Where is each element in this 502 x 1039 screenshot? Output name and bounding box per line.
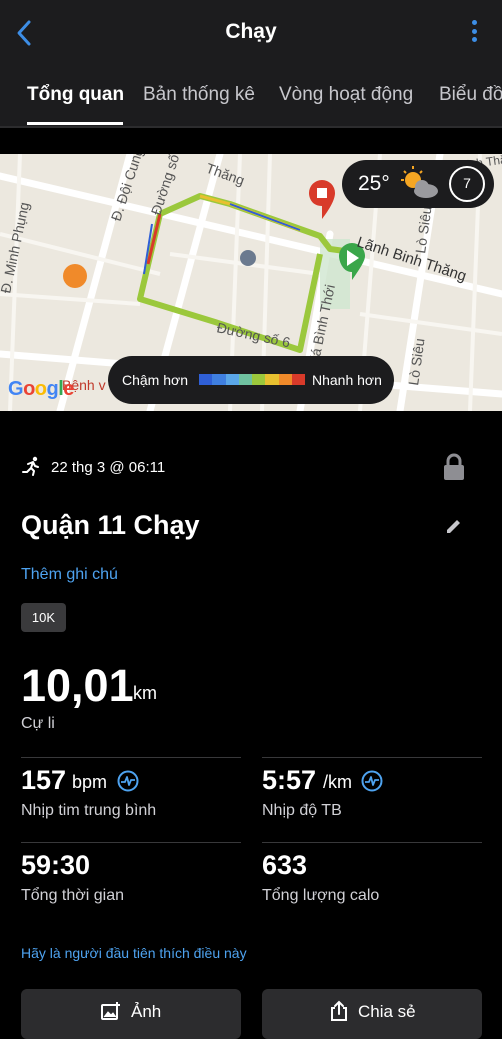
edit-pencil-icon[interactable] [444, 516, 464, 536]
activity-name: Quận 11 Chạy [21, 510, 200, 540]
tab-laps[interactable]: Vòng hoạt động [279, 84, 413, 106]
add-photo-label: Ảnh [131, 1002, 162, 1021]
share-label: Chia sẻ [358, 1002, 416, 1021]
heart-rate-label: Nhịp tim trung bình [21, 802, 157, 819]
legend-color-swatch [278, 374, 292, 385]
activity-tag[interactable]: 10K [21, 603, 66, 632]
tab-stats[interactable]: Bản thống kê [143, 84, 255, 106]
activity-date: 22 thg 3 @ 06:11 [51, 459, 166, 476]
pace-color-scale [199, 374, 305, 385]
legend-color-swatch [212, 374, 226, 385]
active-tab-indicator [27, 122, 123, 125]
add-photo-icon [101, 1002, 120, 1020]
total-time-value: 59:30 [21, 850, 91, 880]
legend-color-swatch [265, 374, 279, 385]
legend-slow-label: Chậm hơn [122, 372, 188, 388]
partly-cloudy-icon [401, 166, 438, 198]
legend-color-swatch [291, 374, 305, 385]
add-note-link[interactable]: Thêm ghi chú [21, 566, 118, 584]
heart-rate-chart-icon[interactable] [117, 770, 139, 792]
legend-color-swatch [238, 374, 252, 385]
divider [21, 757, 241, 758]
calories-value: 633 [262, 850, 308, 880]
moon-phase-number: 7 [463, 175, 471, 191]
pace-value: 5:57 [262, 765, 317, 795]
divider [21, 842, 241, 843]
street-label: Đường số 6 [215, 319, 291, 350]
lock-icon[interactable] [442, 453, 466, 481]
tab-overview[interactable]: Tổng quan [27, 84, 124, 106]
total-time-label: Tổng thời gian [21, 887, 124, 904]
distance-value: 10,01 [21, 660, 134, 711]
heart-rate-unit: bpm [72, 772, 108, 792]
more-vertical-icon[interactable] [470, 20, 478, 46]
pace-chart-icon[interactable] [361, 770, 383, 792]
legend-color-swatch [225, 374, 239, 385]
divider [262, 757, 482, 758]
tab-bar: Tổng quan Bản thống kê Vòng hoạt động Bi… [0, 66, 502, 126]
street-label: Lò Siêu [412, 205, 434, 254]
heart-rate-value: 157 [21, 765, 67, 795]
legend-fast-label: Nhanh hơn [312, 372, 382, 388]
divider [262, 842, 482, 843]
legend-color-swatch [252, 374, 266, 385]
google-logo: Google [8, 378, 74, 400]
distance-label: Cự li [21, 715, 55, 732]
distance-unit: km [133, 683, 157, 703]
be-first-to-like-link[interactable]: Hãy là người đầu tiên thích điều này [21, 945, 247, 961]
weather-temperature: 25° [358, 172, 390, 195]
page-title: Chạy [225, 20, 277, 43]
tabs-divider [0, 126, 502, 128]
running-icon [22, 456, 39, 476]
pace-unit: /km [323, 772, 352, 792]
tab-charts[interactable]: Biểu đồ [439, 84, 502, 106]
calories-label: Tổng lượng calo [262, 887, 380, 904]
share-icon [331, 1000, 347, 1021]
pace-label: Nhịp độ TB [262, 802, 342, 819]
legend-color-swatch [199, 374, 213, 385]
